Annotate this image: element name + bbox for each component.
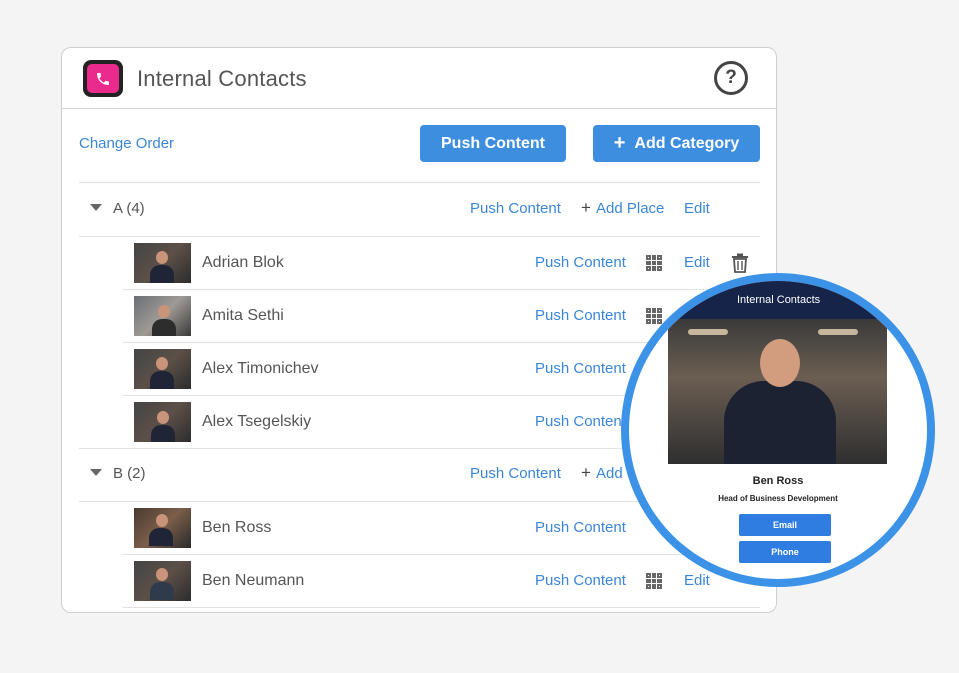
back-link[interactable]: ck	[685, 295, 695, 306]
add-category-label: Add Category	[634, 134, 740, 152]
email-button[interactable]: Email	[739, 514, 831, 536]
contact-photo	[134, 296, 191, 336]
contact-name: Adrian Blok	[202, 254, 284, 271]
phone-button[interactable]: Phone	[739, 541, 831, 563]
add-place-link[interactable]: Add	[596, 465, 623, 482]
plus-icon: +	[613, 132, 626, 154]
caret-down-icon[interactable]	[90, 469, 102, 476]
contact-photo	[134, 561, 191, 601]
item-push-content-link[interactable]: Push Conten	[535, 413, 622, 430]
item-edit-link[interactable]: Edit	[684, 572, 710, 589]
category-label: A (4)	[113, 200, 145, 217]
item-push-content-link[interactable]: Push Content	[535, 307, 626, 324]
contact-name: Alex Timonichev	[202, 360, 319, 377]
divider	[123, 607, 760, 608]
contact-photo	[134, 243, 191, 283]
item-edit-link[interactable]: Edit	[684, 254, 710, 271]
page-title: Internal Contacts	[137, 66, 307, 91]
toolbar: Change Order Push Content + Add Category	[62, 110, 776, 183]
plus-icon: +	[581, 198, 591, 217]
item-push-content-link[interactable]: Push Content	[535, 519, 626, 536]
category-edit-link[interactable]: Edit	[684, 200, 710, 217]
item-push-content-link[interactable]: Push Content	[535, 572, 626, 589]
qr-code-icon[interactable]	[646, 573, 662, 589]
caret-down-icon[interactable]	[90, 204, 102, 211]
category-label: B (2)	[113, 465, 146, 482]
change-order-link[interactable]: Change Order	[79, 135, 174, 152]
contact-photo	[134, 402, 191, 442]
phone-icon	[87, 64, 119, 93]
item-push-content-link[interactable]: Push Content	[535, 254, 626, 271]
add-place-link[interactable]: Add Place	[596, 200, 664, 217]
phone-preview-magnifier: ck Internal Contacts Ben Ross Head of Bu…	[621, 273, 935, 587]
contact-name: Ben Ross	[202, 519, 272, 536]
qr-code-icon[interactable]	[646, 255, 662, 271]
phone-title: Internal Contacts	[737, 294, 821, 306]
contact-name: Amita Sethi	[202, 307, 284, 324]
app-icon	[83, 60, 123, 97]
phone-nav-bar: ck Internal Contacts	[629, 281, 927, 319]
contact-name: Ben Neumann	[202, 572, 305, 589]
contact-photo	[134, 349, 191, 389]
contact-name: Alex Tsegelskiy	[202, 413, 312, 430]
item-push-content-link[interactable]: Push Content	[535, 360, 626, 377]
contact-role: Head of Business Development	[718, 494, 838, 503]
category-row-a: A (4) Push Content + Add Place Edit	[62, 183, 776, 235]
add-category-button[interactable]: + Add Category	[593, 125, 760, 162]
category-push-content-link[interactable]: Push Content	[470, 465, 561, 482]
plus-icon: +	[581, 463, 591, 482]
panel-header: Internal Contacts ?	[62, 48, 776, 109]
list-item[interactable]: Ben Neumann Push Content Edit	[62, 555, 776, 607]
contact-name: Ben Ross	[752, 475, 804, 487]
help-icon[interactable]: ?	[714, 61, 748, 95]
category-push-content-link[interactable]: Push Content	[470, 200, 561, 217]
phone-preview: ck Internal Contacts Ben Ross Head of Bu…	[629, 281, 927, 579]
push-content-button[interactable]: Push Content	[420, 125, 566, 162]
trash-icon[interactable]	[731, 253, 749, 273]
contact-photo-large	[668, 319, 887, 464]
contact-photo	[134, 508, 191, 548]
